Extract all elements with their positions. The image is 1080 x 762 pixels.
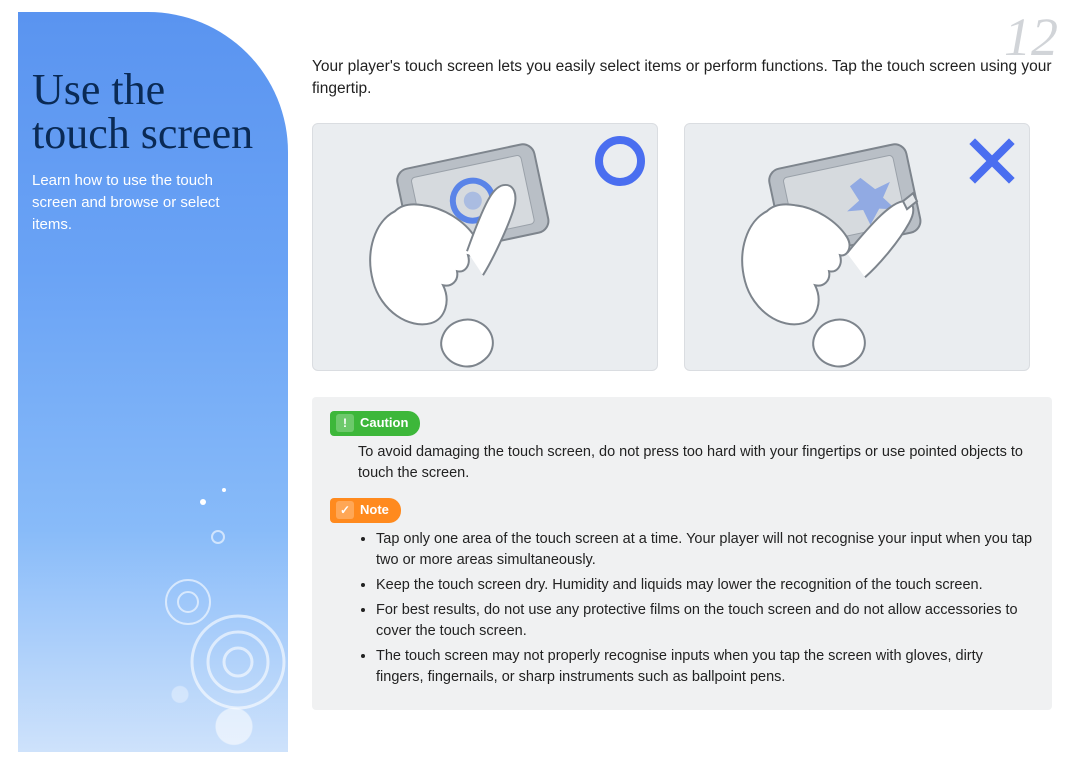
note-icon: ✓ — [336, 501, 354, 519]
figure-incorrect — [684, 123, 1030, 371]
title-line-1: Use the — [32, 65, 165, 114]
note-item: Tap only one area of the touch screen at… — [376, 529, 1034, 571]
correct-circle-icon — [593, 134, 647, 188]
title-line-2: touch screen — [32, 109, 253, 158]
incorrect-x-icon — [965, 134, 1019, 188]
page-title: Use the touch screen — [32, 68, 266, 156]
caution-badge: ! Caution — [330, 411, 420, 436]
decorative-circles — [148, 482, 308, 722]
figure-row — [312, 123, 1052, 371]
caution-text: To avoid damaging the touch screen, do n… — [358, 442, 1034, 484]
callout-box: ! Caution To avoid damaging the touch sc… — [312, 397, 1052, 710]
note-item: Keep the touch screen dry. Humidity and … — [376, 575, 1034, 596]
intro-paragraph: Your player's touch screen lets you easi… — [312, 56, 1052, 101]
caution-label: Caution — [360, 414, 408, 433]
note-item: For best results, do not use any protect… — [376, 600, 1034, 642]
content-area: Your player's touch screen lets you easi… — [312, 56, 1052, 710]
note-list: Tap only one area of the touch screen at… — [358, 529, 1034, 688]
figure-correct — [312, 123, 658, 371]
caution-icon: ! — [336, 414, 354, 432]
hand-fingertip-illustration — [335, 141, 635, 371]
note-item: The touch screen may not properly recogn… — [376, 646, 1034, 688]
page-subtitle: Learn how to use the touch screen and br… — [32, 170, 262, 235]
hand-fingernail-illustration — [707, 141, 1007, 371]
note-label: Note — [360, 501, 389, 520]
note-badge: ✓ Note — [330, 498, 401, 523]
sidebar-panel: Use the touch screen Learn how to use th… — [18, 12, 288, 752]
